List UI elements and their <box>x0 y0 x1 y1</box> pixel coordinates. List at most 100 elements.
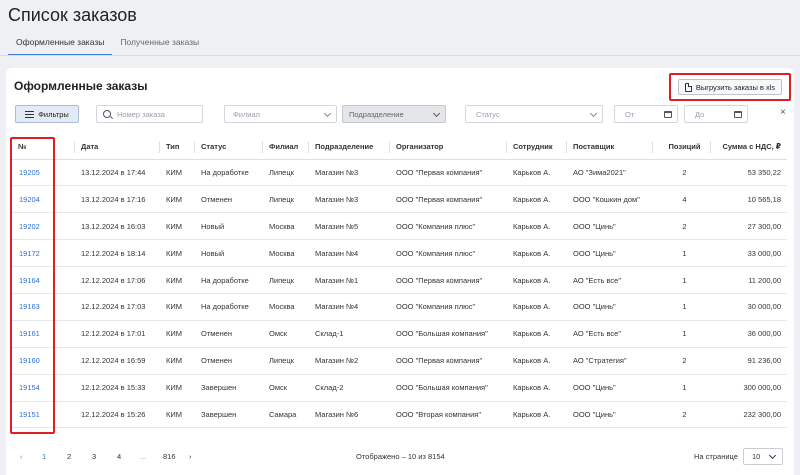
export-xls-button[interactable]: Выгрузить заказы в xls <box>678 79 782 95</box>
subdivision-select[interactable]: Подразделение <box>342 105 446 123</box>
order-type-cell: КИМ <box>159 159 194 187</box>
order-organizer-cell: ООО "Первая компания" <box>389 159 506 187</box>
order-number-cell: 19161 <box>12 320 74 348</box>
order-date-cell: 12.12.2024 в 15:26 <box>74 401 159 429</box>
order-organizer-cell: ООО "Первая компания" <box>389 185 506 214</box>
page-link[interactable]: 816 <box>163 452 176 461</box>
tab-received-orders[interactable]: Полученные заказы <box>112 34 207 56</box>
per-page-label: На странице <box>694 452 738 461</box>
page-link[interactable]: 1 <box>42 452 46 461</box>
order-total-cell: 36 000,00 <box>710 320 787 348</box>
column-header[interactable]: Филиал <box>262 135 308 160</box>
order-number-link[interactable]: 19163 <box>19 302 40 311</box>
order-number-link[interactable]: 19172 <box>19 249 40 258</box>
order-subdivision-cell: Магазин №3 <box>308 185 389 214</box>
date-to-input[interactable]: До <box>684 105 748 123</box>
page-ellipsis: ... <box>140 452 147 461</box>
table-row[interactable]: 19151 12.12.2024 в 15:26 КИМ Завершен Самара… <box>12 401 787 429</box>
order-number-link[interactable]: 19164 <box>19 276 40 285</box>
order-status-cell: Завершен <box>194 401 262 429</box>
next-page-icon[interactable]: › <box>189 452 192 461</box>
order-number-link[interactable]: 19154 <box>19 383 40 392</box>
order-supplier-cell: ООО "Цинь" <box>566 212 652 241</box>
order-positions-cell: 1 <box>652 374 710 402</box>
table-row[interactable]: 19172 12.12.2024 в 18:14 КИМ Новый Москва Маг… <box>12 239 787 268</box>
order-positions-cell: 2 <box>652 347 710 375</box>
date-from-input[interactable]: От <box>614 105 678 123</box>
column-header[interactable]: Подразделение <box>308 135 389 160</box>
chevron-down-icon <box>768 451 777 460</box>
order-branch-cell: Москва <box>262 239 308 268</box>
order-number-link[interactable]: 19204 <box>19 195 40 204</box>
order-branch-cell: Москва <box>262 212 308 241</box>
page-title: Список заказов <box>8 5 137 25</box>
order-number-link[interactable]: 19151 <box>19 410 40 419</box>
column-header[interactable]: Сумма с НДС, ₽ <box>710 135 787 160</box>
table-row[interactable]: 19161 12.12.2024 в 17:01 КИМ Отменен Омск Скл… <box>12 320 787 348</box>
order-number-input[interactable]: Номер заказа <box>96 105 203 123</box>
order-subdivision-cell: Магазин №3 <box>308 159 389 187</box>
table-row[interactable]: 19154 12.12.2024 в 15:33 КИМ Завершен Омск Ск… <box>12 374 787 402</box>
order-status-cell: Завершен <box>194 374 262 402</box>
clear-filters-icon[interactable]: × <box>780 107 786 118</box>
table-row[interactable]: 19202 13.12.2024 в 16:03 КИМ Новый Москва Маг… <box>12 212 787 241</box>
order-branch-cell: Липецк <box>262 185 308 214</box>
column-header[interactable]: Тип <box>159 135 194 160</box>
order-subdivision-cell: Магазин №2 <box>308 347 389 375</box>
page-link[interactable]: 3 <box>92 452 96 461</box>
prev-page-icon[interactable]: ‹ <box>20 452 23 461</box>
order-number-cell: 19160 <box>12 347 74 375</box>
column-header[interactable]: № <box>12 135 74 160</box>
order-organizer-cell: ООО "Первая компания" <box>389 266 506 294</box>
table-row[interactable]: 19164 12.12.2024 в 17:06 КИМ На доработке Ли… <box>12 266 787 294</box>
calendar-icon <box>734 111 742 118</box>
order-supplier-cell: ООО "Цинь" <box>566 293 652 321</box>
page-link[interactable]: 2 <box>67 452 71 461</box>
status-select[interactable]: Статус <box>465 105 603 123</box>
order-number-cell: 19154 <box>12 374 74 402</box>
order-total-cell: 30 000,00 <box>710 293 787 321</box>
filter-bar: Фильтры Номер заказа Филиал Подразделени… <box>15 105 790 123</box>
order-number-link[interactable]: 19160 <box>19 356 40 365</box>
per-page-select[interactable]: 10 <box>743 448 783 465</box>
order-supplier-cell: АО "Есть все" <box>566 320 652 348</box>
order-status-cell: Отменен <box>194 347 262 375</box>
column-header[interactable]: Позиций <box>652 135 710 160</box>
branch-select[interactable]: Филиал <box>224 105 337 123</box>
column-header[interactable]: Поставщик <box>566 135 652 160</box>
column-header[interactable]: Дата <box>74 135 159 160</box>
order-supplier-cell: ООО "Кошкин дом" <box>566 185 652 214</box>
order-total-cell: 232 300,00 <box>710 401 787 429</box>
order-subdivision-cell: Магазин №4 <box>308 239 389 268</box>
order-positions-cell: 1 <box>652 266 710 294</box>
column-header[interactable]: Статус <box>194 135 262 160</box>
order-status-cell: Новый <box>194 239 262 268</box>
orders-card: Оформленные заказы Выгрузить заказы в xl… <box>6 68 794 475</box>
order-positions-cell: 2 <box>652 212 710 241</box>
order-type-cell: КИМ <box>159 239 194 268</box>
table-row[interactable]: 19163 12.12.2024 в 17:03 КИМ На доработке Мо… <box>12 293 787 321</box>
column-header[interactable]: Организатор <box>389 135 506 160</box>
tab-submitted-orders[interactable]: Оформленные заказы <box>8 34 113 56</box>
order-branch-cell: Омск <box>262 320 308 348</box>
chevron-down-icon <box>589 109 598 118</box>
subdivision-placeholder: Подразделение <box>349 109 404 119</box>
table-row[interactable]: 19204 13.12.2024 в 17:16 КИМ Отменен Липецк М… <box>12 185 787 214</box>
order-number-link[interactable]: 19202 <box>19 222 40 231</box>
table-row[interactable]: 19160 12.12.2024 в 16:59 КИМ Отменен Липецк М… <box>12 347 787 375</box>
order-employee-cell: Карьков А. <box>506 293 566 321</box>
order-type-cell: КИМ <box>159 266 194 294</box>
order-status-cell: На доработке <box>194 159 262 187</box>
filters-button[interactable]: Фильтры <box>15 105 79 123</box>
column-header[interactable]: Сотрудник <box>506 135 566 160</box>
order-organizer-cell: ООО "Большая компания" <box>389 374 506 402</box>
table-row[interactable]: 19205 13.12.2024 в 17:44 КИМ На доработке Ли… <box>12 159 787 187</box>
order-number-link[interactable]: 19205 <box>19 168 40 177</box>
order-date-cell: 12.12.2024 в 17:01 <box>74 320 159 348</box>
order-organizer-cell: ООО "Первая компания" <box>389 347 506 375</box>
order-type-cell: КИМ <box>159 185 194 214</box>
order-number-link[interactable]: 19161 <box>19 329 40 338</box>
order-type-cell: КИМ <box>159 347 194 375</box>
order-number-cell: 19163 <box>12 293 74 321</box>
page-link[interactable]: 4 <box>117 452 121 461</box>
